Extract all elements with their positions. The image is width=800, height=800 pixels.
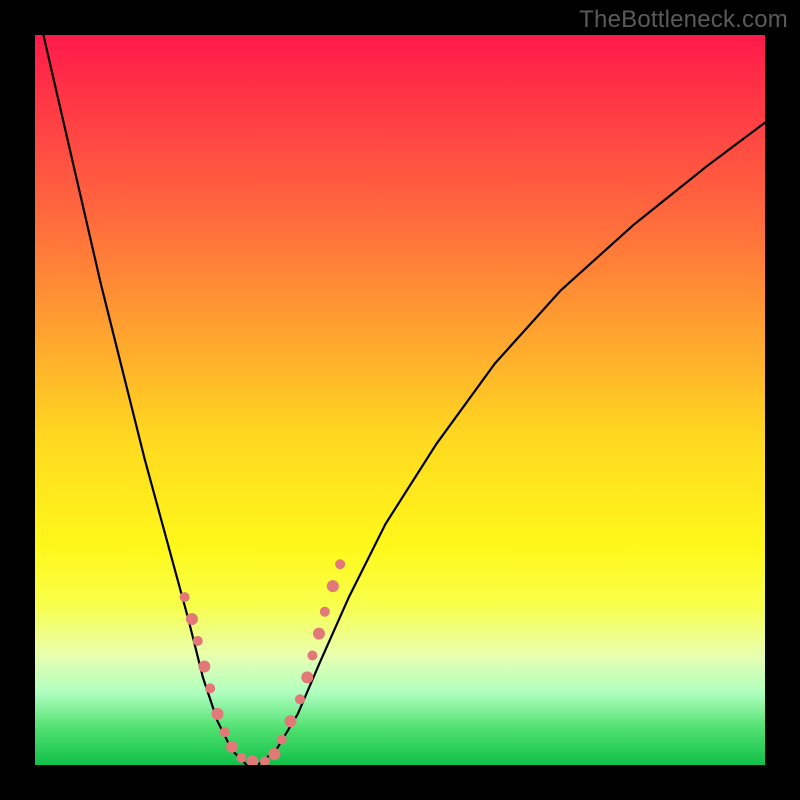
marker-dot [180, 592, 190, 602]
marker-dot [247, 755, 259, 765]
marker-dot [320, 607, 330, 617]
chart-svg [35, 35, 765, 765]
marker-dot [220, 727, 230, 737]
marker-dot [212, 708, 224, 720]
marker-dot [237, 753, 247, 763]
marker-dot [335, 559, 345, 569]
marker-dot [198, 660, 210, 672]
marker-dot [313, 628, 325, 640]
marker-dot [327, 580, 339, 592]
marker-dot [226, 741, 238, 753]
watermark-text: TheBottleneck.com [579, 6, 788, 34]
bottleneck-curve [35, 35, 765, 765]
marker-dot [307, 651, 317, 661]
marker-dot [268, 748, 280, 760]
plot-area [35, 35, 765, 765]
marker-dot [186, 613, 198, 625]
marker-dot [295, 694, 305, 704]
marker-dot [193, 636, 203, 646]
marker-dot [205, 683, 215, 693]
marker-dot [277, 734, 287, 744]
marker-dot [285, 715, 297, 727]
chart-container: TheBottleneck.com [0, 0, 800, 800]
marker-dot [301, 671, 313, 683]
